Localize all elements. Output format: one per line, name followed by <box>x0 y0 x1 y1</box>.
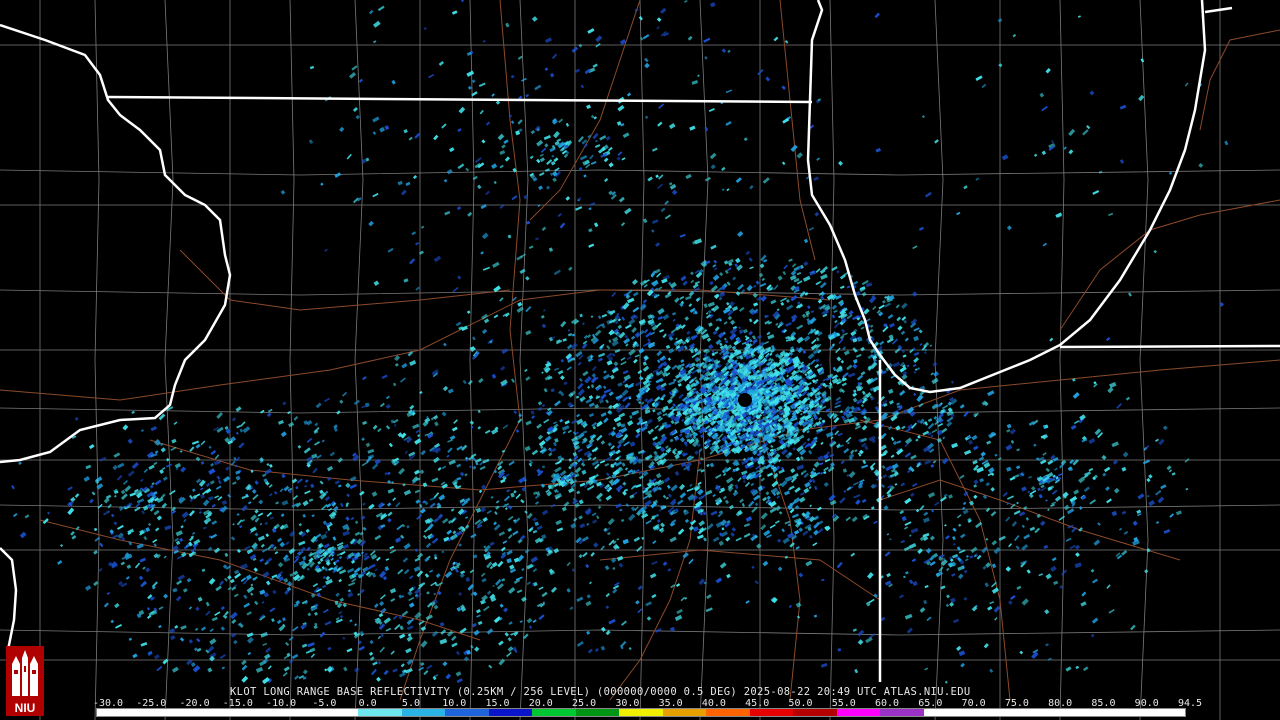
colorbar-swatch <box>1097 709 1142 716</box>
colorbar-swatch <box>184 709 228 716</box>
colorbar-swatch <box>271 709 315 716</box>
colorbar-swatch <box>967 709 1011 716</box>
colorbar-swatch <box>575 709 620 716</box>
product-title: KLOT LONG RANGE BASE REFLECTIVITY (0.25K… <box>230 686 971 698</box>
colorbar-swatch <box>706 709 750 716</box>
colorbar-swatch <box>358 709 402 716</box>
colorbar-swatch <box>1010 709 1055 716</box>
colorbar-swatch <box>140 709 185 716</box>
colorbar-swatch <box>662 709 707 716</box>
colorbar-swatch <box>401 709 446 716</box>
colorbar-swatch <box>880 709 924 716</box>
colorbar-swatch <box>749 709 794 716</box>
colorbar-swatch <box>836 709 881 716</box>
niu-logo: NIU <box>6 646 44 716</box>
radar-map <box>0 0 1280 720</box>
colorbar-swatch <box>314 709 359 716</box>
colorbar-tick-labels: -30.0 -25.0 -20.0 -15.0 -10.0 -5.0 0.0 5.0 10.0 1… <box>93 698 1202 709</box>
colorbar-swatch <box>227 709 272 716</box>
colorbar-swatch <box>488 709 533 716</box>
colorbar-swatch <box>1054 709 1098 716</box>
colorbar-swatch <box>619 709 663 716</box>
colorbar-swatch <box>445 709 489 716</box>
colorbar <box>96 708 1186 717</box>
colorbar-swatch <box>923 709 968 716</box>
colorbar-swatch <box>793 709 837 716</box>
radar-site-marker <box>738 393 752 407</box>
colorbar-swatch <box>532 709 576 716</box>
colorbar-swatch <box>97 709 141 716</box>
colorbar-swatch <box>1141 709 1185 716</box>
